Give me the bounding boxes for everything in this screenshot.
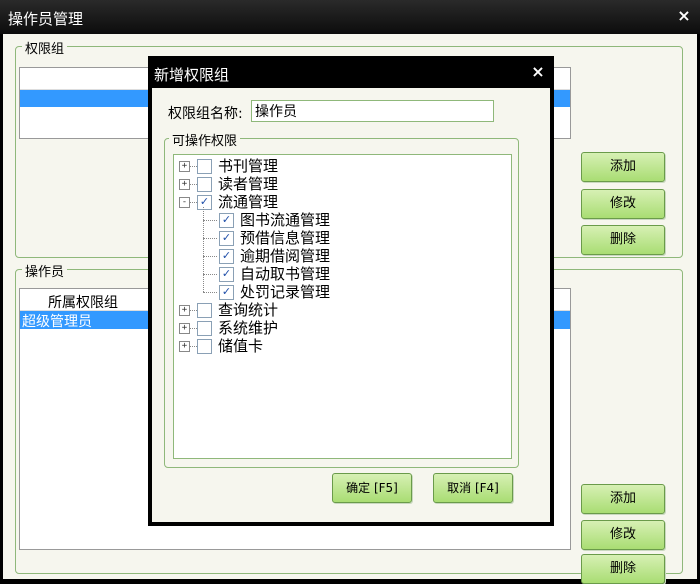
checkbox-checked-icon[interactable]: ✓ [219,285,234,300]
checkbox-icon[interactable] [197,339,212,354]
group-add-button[interactable]: 添加 [581,152,665,182]
tree-connector [203,238,217,239]
expand-icon[interactable]: + [179,305,190,316]
operator-name: 超级管理员 [22,314,92,330]
permissions-legend: 可操作权限 [169,130,241,149]
window-titlebar: 操作员管理 × [0,0,700,34]
tree-node[interactable]: + 书刊管理 [174,157,504,175]
dialog-title: 新增权限组 [154,66,230,84]
checkbox-checked-icon[interactable]: ✓ [219,231,234,246]
operators-legend: 操作员 [22,261,68,280]
tree-node[interactable]: + 系统维护 [174,319,504,337]
tree-connector [190,346,197,347]
close-icon[interactable]: × [674,6,694,26]
checkbox-icon[interactable] [197,159,212,174]
column-header-group[interactable]: 所属权限组 [48,292,118,312]
tree-connector [190,310,197,311]
tree-child-node[interactable]: ✓ 预借信息管理 [174,229,504,247]
expand-icon[interactable]: + [179,161,190,172]
cancel-button[interactable]: 取消 [F4] [433,473,513,503]
permissions-tree[interactable]: + 书刊管理 + 读者管理 - ✓ 流通管理 ✓ 图书流通管理 ✓ 预借信息管理 ✓ 逾期借阅管理 ✓ 自动… [173,154,512,459]
tree-node[interactable]: + 读者管理 [174,175,504,193]
checkbox-icon[interactable] [197,321,212,336]
checkbox-checked-icon[interactable]: ✓ [219,249,234,264]
permission-group-legend: 权限组 [22,38,68,57]
checkbox-icon[interactable] [197,177,212,192]
tree-connector [203,207,204,292]
tree-node-label: 图书流通管理 [240,211,331,229]
tree-connector [190,328,197,329]
tree-connector [203,256,217,257]
operator-edit-button[interactable]: 修改 [581,520,665,550]
collapse-icon[interactable]: - [179,197,190,208]
tree-connector [203,292,217,293]
expand-icon[interactable]: + [179,323,190,334]
tree-node-label: 逾期借阅管理 [240,247,331,265]
tree-connector [190,184,197,185]
checkbox-checked-icon[interactable]: ✓ [197,195,212,210]
dialog-close-icon[interactable]: × [528,62,548,82]
tree-node-label: 储值卡 [218,337,264,355]
tree-child-node[interactable]: ✓ 逾期借阅管理 [174,247,504,265]
tree-node-label: 预借信息管理 [240,229,331,247]
permissions-section: 可操作权限 + 书刊管理 + 读者管理 - ✓ 流通管理 ✓ 图书流通管理 ✓ 预借信息管理 ✓ 逾期借… [164,130,519,468]
tree-node-label: 流通管理 [218,193,279,211]
tree-child-node[interactable]: ✓ 图书流通管理 [174,211,504,229]
checkbox-checked-icon[interactable]: ✓ [219,267,234,282]
new-permission-group-dialog: 新增权限组 × 权限组名称: 可操作权限 +书刊管理+读者管理-✓流通管理✓图书… [148,56,554,526]
tree-node-label: 书刊管理 [218,157,279,175]
checkbox-icon[interactable] [197,303,212,318]
tree-node-label: 自动取书管理 [240,265,331,283]
tree-node[interactable]: + 储值卡 [174,337,504,355]
tree-connector [203,220,217,221]
group-delete-button[interactable]: 删除 [581,225,665,255]
tree-child-node[interactable]: ✓ 处罚记录管理 [174,283,504,301]
group-name-input[interactable] [251,100,494,122]
tree-node-label: 读者管理 [218,175,279,193]
tree-node-label: 处罚记录管理 [240,283,331,301]
tree-connector [190,202,197,203]
tree-node-label: 查询统计 [218,301,279,319]
confirm-button[interactable]: 确定 [F5] [332,473,412,503]
operator-add-button[interactable]: 添加 [581,484,665,514]
tree-node[interactable]: + 查询统计 [174,301,504,319]
tree-connector [203,274,217,275]
expand-icon[interactable]: + [179,179,190,190]
dialog-body: 权限组名称: 可操作权限 +书刊管理+读者管理-✓流通管理✓图书流通管理✓预借信… [152,88,550,522]
window-title: 操作员管理 [8,10,84,28]
tree-child-node[interactable]: ✓ 自动取书管理 [174,265,504,283]
group-name-label: 权限组名称: [168,106,243,122]
tree-node-label: 系统维护 [218,319,279,337]
expand-icon[interactable]: + [179,341,190,352]
tree-node[interactable]: - ✓ 流通管理 [174,193,504,211]
operator-delete-button[interactable]: 删除 [581,554,665,584]
tree-connector [190,166,197,167]
group-edit-button[interactable]: 修改 [581,189,665,219]
checkbox-checked-icon[interactable]: ✓ [219,213,234,228]
